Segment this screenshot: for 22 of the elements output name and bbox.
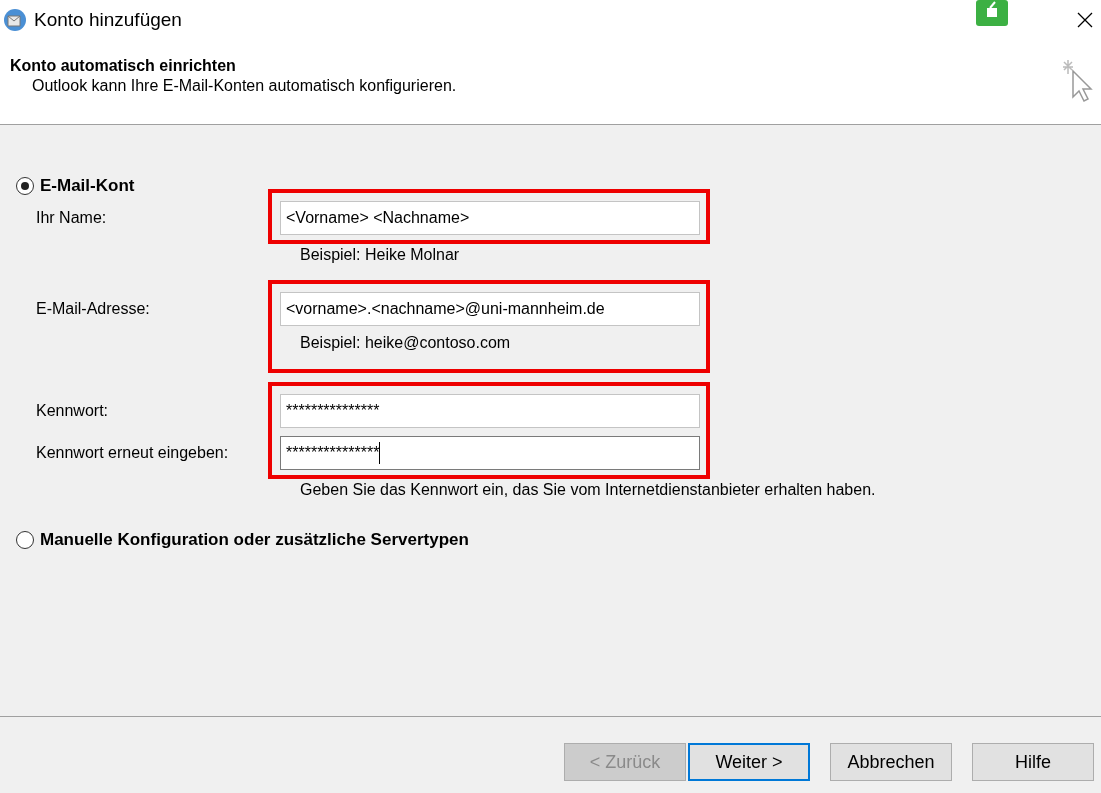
field-label: E-Mail-Adresse:	[36, 299, 151, 319]
page-heading: Konto automatisch einrichten	[10, 57, 237, 75]
dialog-button[interactable]: Hilfe	[972, 743, 1094, 781]
field-label: Ihr Name:	[36, 208, 108, 228]
example-hint: Beispiel: heike@contoso.com	[300, 334, 512, 352]
input-field[interactable]: ***************	[280, 394, 700, 428]
radio-button[interactable]	[16, 531, 34, 549]
option-label: E-Mail-Kont	[40, 176, 135, 196]
radio-button[interactable]	[16, 177, 34, 195]
window-title: Konto hinzufügen	[34, 9, 183, 31]
dialog-button[interactable]: Abbrechen	[830, 743, 952, 781]
example-hint: Beispiel: Heike Molnar	[300, 246, 461, 264]
option-label: Manuelle Konfiguration oder zusätzliche Servertypen	[40, 530, 469, 550]
input-field[interactable]: <Vorname> <Nachname>	[280, 201, 700, 235]
dialog-button[interactable]: Weiter >	[688, 743, 810, 781]
field-label: Kennwort erneut eingeben:	[36, 443, 230, 463]
example-hint: Geben Sie das Kennwort ein, das Sie vom Internetdienstanbieter erhalten haben.	[300, 481, 877, 499]
input-field[interactable]: <vorname>.<nachname>@uni-mannheim.de	[280, 292, 700, 326]
close-icon[interactable]	[1077, 12, 1093, 28]
page-subtitle: Outlook kann Ihre E-Mail-Konten automatisch konfigurieren.	[32, 77, 458, 95]
field-label: Kennwort:	[36, 401, 110, 421]
input-field[interactable]: ***************	[280, 436, 700, 470]
